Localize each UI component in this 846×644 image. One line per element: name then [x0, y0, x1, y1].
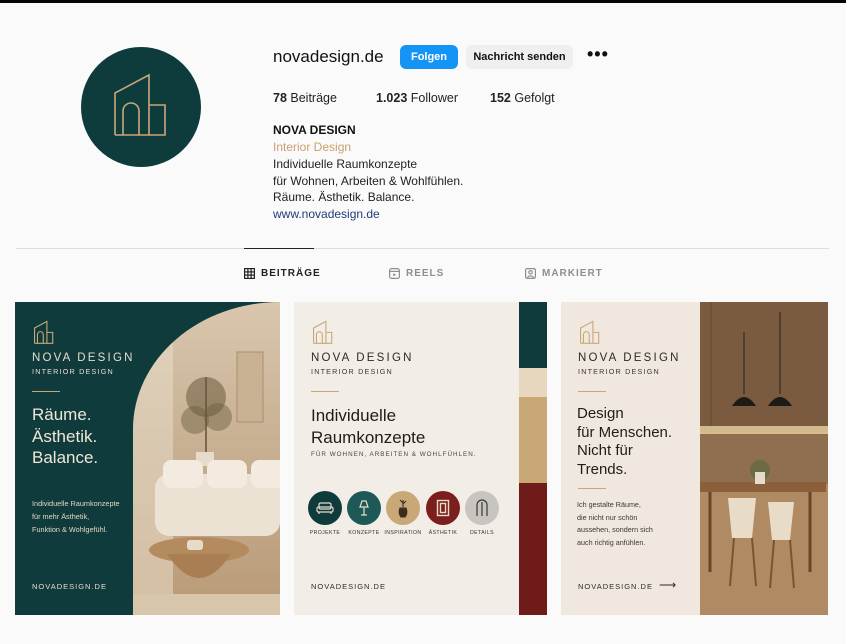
- divider: [578, 391, 606, 392]
- following-label: Gefolgt: [514, 91, 555, 105]
- post-headline: Individuelle Raumkonzepte: [311, 405, 425, 448]
- headline-line: Balance.: [32, 448, 99, 467]
- grid-icon: [244, 268, 255, 279]
- aesthetik-circle: [426, 491, 460, 525]
- tabs-divider: [16, 248, 829, 249]
- sofa-icon: [316, 502, 334, 514]
- nova-logo-icon: [313, 320, 333, 344]
- bio-line: Räume. Ästhetik. Balance.: [273, 190, 415, 204]
- top-edge: [0, 0, 846, 3]
- profile-username: novadesign.de: [273, 47, 384, 66]
- bio-category: Interior Design: [273, 140, 352, 154]
- frame-icon: [436, 499, 450, 517]
- following-stat[interactable]: 152 Gefolgt: [490, 91, 555, 105]
- post-headline: Design für Menschen. Nicht für Trends.: [577, 405, 672, 479]
- headline-line: Raumkonzepte: [311, 427, 426, 447]
- tab-reels[interactable]: REELS: [389, 268, 444, 279]
- divider: [32, 391, 60, 392]
- tab-reels-label: REELS: [406, 268, 445, 279]
- color-stripe: [519, 483, 547, 615]
- post-brand-subtitle: INTERIOR DESIGN: [578, 367, 660, 376]
- details-circle: [465, 491, 499, 525]
- lamp-icon: [359, 500, 369, 516]
- post-tile[interactable]: NOVA DESIGN INTERIOR DESIGN Individuelle…: [294, 302, 547, 615]
- headline-line: Räume.: [32, 405, 92, 424]
- divider: [578, 488, 606, 489]
- headline-line: Individuelle: [311, 406, 397, 425]
- body-line: Individuelle Raumkonzepte: [32, 499, 120, 508]
- body-line: Ich gestalte Räume,: [577, 500, 641, 509]
- tagged-icon: [525, 268, 536, 279]
- tab-tagged[interactable]: MARKIERT: [525, 268, 603, 279]
- post-brand-title: NOVA DESIGN: [578, 352, 681, 364]
- post-body: Individuelle Raumkonzepte für mehr Ästhe…: [32, 497, 120, 536]
- post-brand-title: NOVA DESIGN: [311, 352, 414, 364]
- followers-label: Follower: [410, 91, 459, 105]
- body-line: die nicht nur schön: [577, 512, 638, 522]
- post-body: Ich gestalte Räume, die nicht nur schön …: [577, 499, 653, 549]
- living-room-photo: [133, 302, 280, 615]
- arch-icon: [476, 499, 488, 516]
- headline-line: Trends.: [577, 460, 628, 478]
- send-message-button[interactable]: Nachricht senden: [466, 45, 573, 69]
- tab-posts[interactable]: BEITRÄGE: [244, 268, 321, 279]
- arrow-right-icon: ⟶: [659, 578, 677, 592]
- bio-line: Individuelle Raumkonzepte: [273, 157, 418, 171]
- followers-stat[interactable]: 1.023 Follower: [376, 91, 458, 105]
- color-stripe: [519, 368, 547, 397]
- divider: [311, 391, 339, 392]
- headline-line: Design: [577, 405, 624, 422]
- icon-label: DETAILS: [469, 530, 495, 536]
- nova-logo-icon: [114, 73, 166, 136]
- post-headline: Räume. Ästhetik. Balance.: [32, 404, 98, 469]
- post-footer-url: NOVADESIGN.DE: [578, 582, 653, 591]
- profile-avatar[interactable]: [81, 47, 201, 167]
- color-stripe: [519, 397, 547, 483]
- post-brand-subtitle: INTERIOR DESIGN: [32, 367, 114, 376]
- headline-line: Nicht für: [577, 442, 633, 459]
- dining-room-photo: [700, 302, 828, 615]
- post-brand-title: NOVA DESIGN: [32, 352, 135, 364]
- body-line: Funktion & Wohlgefühl.: [32, 525, 108, 534]
- following-count: 152: [490, 91, 511, 105]
- headline-line: Ästhetik.: [32, 426, 98, 446]
- followers-count: 1.023: [376, 91, 408, 105]
- tab-posts-label: BEITRÄGE: [261, 268, 321, 279]
- tab-tagged-label: MARKIERT: [542, 268, 603, 279]
- posts-count-stat[interactable]: 78 Beiträge: [273, 91, 337, 105]
- reels-icon: [389, 268, 400, 279]
- post-brand-subtitle: INTERIOR DESIGN: [311, 367, 393, 376]
- nova-logo-icon: [34, 320, 54, 344]
- bio-website-link[interactable]: www.novadesign.de: [273, 207, 380, 221]
- bio-line: für Wohnen, Arbeiten & Wohlfühlen.: [273, 174, 464, 188]
- post-footer-url: NOVADESIGN.DE: [311, 582, 386, 591]
- nova-logo-icon: [580, 320, 600, 344]
- post-tile[interactable]: NOVA DESIGN INTERIOR DESIGN Räume. Ästhe…: [15, 302, 280, 615]
- vase-icon: [398, 499, 408, 518]
- konzepte-circle: [347, 491, 381, 525]
- body-line: aussehen, sondern sich: [577, 525, 653, 534]
- inspiration-circle: [386, 491, 420, 525]
- projekte-circle: [308, 491, 342, 525]
- posts-label: Beiträge: [290, 91, 337, 105]
- headline-line: für Menschen.: [577, 423, 673, 441]
- color-stripe: [519, 302, 547, 368]
- post-footer-url: NOVADESIGN.DE: [32, 582, 107, 591]
- posts-count: 78: [273, 91, 287, 105]
- post-tile[interactable]: NOVA DESIGN INTERIOR DESIGN Design für M…: [561, 302, 828, 615]
- active-tab-indicator: [244, 248, 314, 249]
- bio-name: NOVA DESIGN: [273, 123, 356, 137]
- more-options-icon[interactable]: •••: [587, 44, 609, 65]
- follow-button[interactable]: Folgen: [400, 45, 458, 69]
- post-tagline: FÜR WOHNEN, ARBEITEN & WOHLFÜHLEN.: [311, 451, 477, 458]
- body-line: auch richtig anfühlen.: [577, 537, 646, 547]
- body-line: für mehr Ästhetik,: [32, 512, 90, 521]
